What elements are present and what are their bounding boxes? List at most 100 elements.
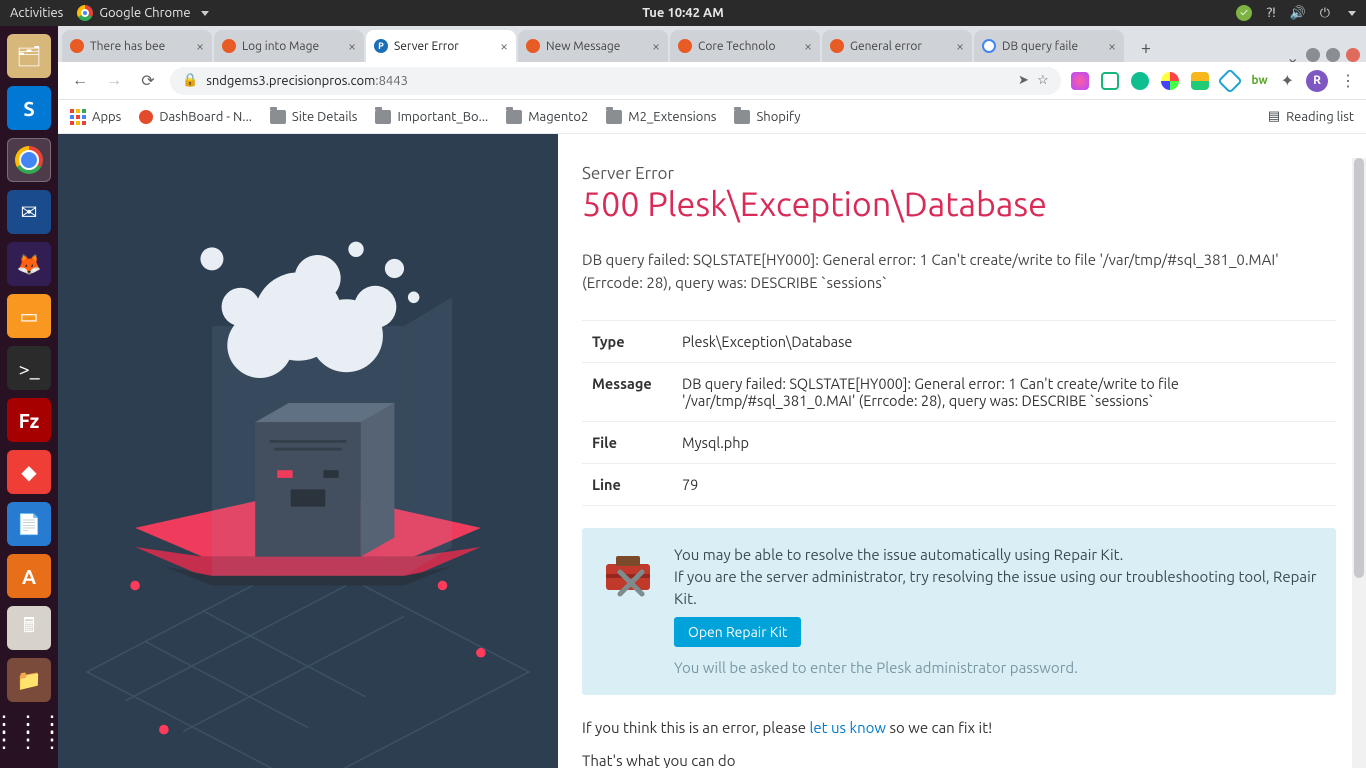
page-title: 500 Plesk\Exception\Database [582,185,1336,223]
dock-firefox[interactable]: 🦊 [7,242,51,286]
bookmark-label: Site Details [292,110,358,124]
favicon-icon [982,39,996,53]
folder-icon [270,110,286,124]
power-icon[interactable]: ⏻ [1320,6,1330,21]
input-source-icon[interactable]: ⁈ [1266,6,1276,21]
ext-icon[interactable] [1131,72,1149,90]
chevron-down-icon[interactable] [1348,11,1356,16]
close-icon[interactable]: × [348,38,356,54]
ext-icon[interactable] [1217,68,1242,93]
chrome-window: There has bee× Log into Mage× PServer Er… [58,26,1366,768]
open-repair-kit-button[interactable]: Open Repair Kit [674,617,801,647]
bookmark-favicon [139,110,153,124]
table-row: FileMysql.php [582,422,1336,464]
dock-sublime[interactable]: ▭ [7,294,51,338]
status-ok-icon[interactable]: ✓ [1236,5,1252,21]
profile-avatar[interactable]: R [1306,70,1328,92]
tab-2-active[interactable]: PServer Error× [366,30,516,62]
prop-value: Plesk\Exception\Database [672,321,1336,363]
ext-icon[interactable]: bw [1251,72,1269,90]
footer-line-1: If you think this is an error, please le… [582,719,1336,736]
reading-list[interactable]: ▤Reading list [1268,109,1354,124]
toolbar: ← → ⟳ 🔒 sndgems3.precisionpros.com:8443 … [58,62,1366,100]
close-icon[interactable]: × [500,38,508,54]
tab-0[interactable]: There has bee× [62,30,212,62]
ext-icon[interactable] [1191,72,1209,90]
dock-files[interactable]: 🗂 [7,34,51,78]
address-bar[interactable]: 🔒 sndgems3.precisionpros.com:8443 ➤ ☆ [170,67,1061,95]
panel-note: You will be asked to enter the Plesk adm… [674,657,1318,679]
tab-6[interactable]: DB query faile× [974,30,1124,62]
prop-value: Mysql.php [672,422,1336,464]
close-icon[interactable]: × [652,38,660,54]
vertical-scrollbar[interactable] [1352,158,1366,768]
folder-icon [606,110,622,124]
folder-icon [375,110,391,124]
dock-thunderbird[interactable]: ✉ [7,190,51,234]
repair-kit-panel: You may be able to resolve the issue aut… [582,528,1336,695]
prop-value: 79 [672,464,1336,506]
bookmark-dashboard[interactable]: DashBoard - N... [139,110,252,124]
chrome-menu-icon[interactable]: ⋮ [1340,71,1356,90]
dock-document[interactable]: 📄 [7,502,51,546]
new-tab-button[interactable]: + [1132,34,1160,62]
ext-icon[interactable] [1161,72,1179,90]
clock[interactable]: Tue 10:42 AM [642,6,724,20]
back-button[interactable]: ← [68,71,92,90]
url-host: sndgems3.precisionpros.com [206,74,375,88]
extensions: bw ✦ R ⋮ [1071,70,1356,92]
bookmark-m2ext[interactable]: M2_Extensions [606,110,716,124]
folder-icon [734,110,750,124]
volume-icon[interactable]: 🔊 [1290,6,1306,21]
close-icon[interactable]: × [196,38,204,54]
favicon-icon [678,39,692,53]
dock-terminal[interactable]: >_ [7,346,51,390]
close-icon[interactable]: × [1108,38,1116,54]
bookmark-magento2[interactable]: Magento2 [506,110,588,124]
prop-label: Line [582,464,672,506]
maximize-button[interactable] [1326,48,1340,62]
activities-button[interactable]: Activities [10,6,63,20]
dock-calculator[interactable]: 🖩 [7,606,51,650]
dock-filezilla[interactable]: Fz [7,398,51,442]
chrome-icon [77,5,93,21]
star-icon[interactable]: ☆ [1037,73,1049,88]
dock-skype[interactable]: S [7,86,51,130]
dock-anydesk[interactable]: ◆ [7,450,51,494]
minimize-button[interactable] [1306,48,1320,62]
dock-show-apps[interactable]: ⋮⋮⋮⋮⋮⋮⋮⋮⋮ [7,710,51,754]
ext-icon[interactable] [1071,72,1089,90]
table-row: Line79 [582,464,1336,506]
bookmark-shopify[interactable]: Shopify [734,110,800,124]
reload-button[interactable]: ⟳ [136,71,160,90]
scrollbar-thumb[interactable] [1354,158,1364,578]
error-content: Server Error 500 Plesk\Exception\Databas… [558,134,1366,768]
favicon-icon: P [374,39,388,53]
bookmark-label: DashBoard - N... [159,110,252,124]
bookmark-sitedetails[interactable]: Site Details [270,110,358,124]
apps-icon [70,109,86,125]
table-row: MessageDB query failed: SQLSTATE[HY000]:… [582,363,1336,422]
bookmark-important[interactable]: Important_Bo... [375,110,488,124]
dock-trash[interactable]: 📁 [7,658,51,702]
close-window-button[interactable] [1346,48,1360,62]
app-menu[interactable]: Google Chrome [77,5,208,21]
folder-icon [506,110,522,124]
reading-list-label: Reading list [1286,110,1354,124]
close-icon[interactable]: × [956,38,964,54]
dock-software[interactable]: A [7,554,51,598]
tab-4[interactable]: Core Technolo× [670,30,820,62]
apps-shortcut[interactable]: Apps [70,109,121,125]
prop-value: DB query failed: SQLSTATE[HY000]: Genera… [672,363,1336,422]
dock-chrome[interactable] [7,138,51,182]
let-us-know-link[interactable]: let us know [809,719,886,736]
tab-3[interactable]: New Message× [518,30,668,62]
close-icon[interactable]: × [804,38,812,54]
tab-5[interactable]: General error× [822,30,972,62]
chevron-down-icon[interactable]: ⌄ [1286,48,1300,62]
ext-icon[interactable] [1101,72,1119,90]
send-icon[interactable]: ➤ [1018,73,1029,88]
tab-1[interactable]: Log into Mage× [214,30,364,62]
extensions-menu-icon[interactable]: ✦ [1281,71,1294,90]
bookmark-label: Magento2 [528,110,588,124]
